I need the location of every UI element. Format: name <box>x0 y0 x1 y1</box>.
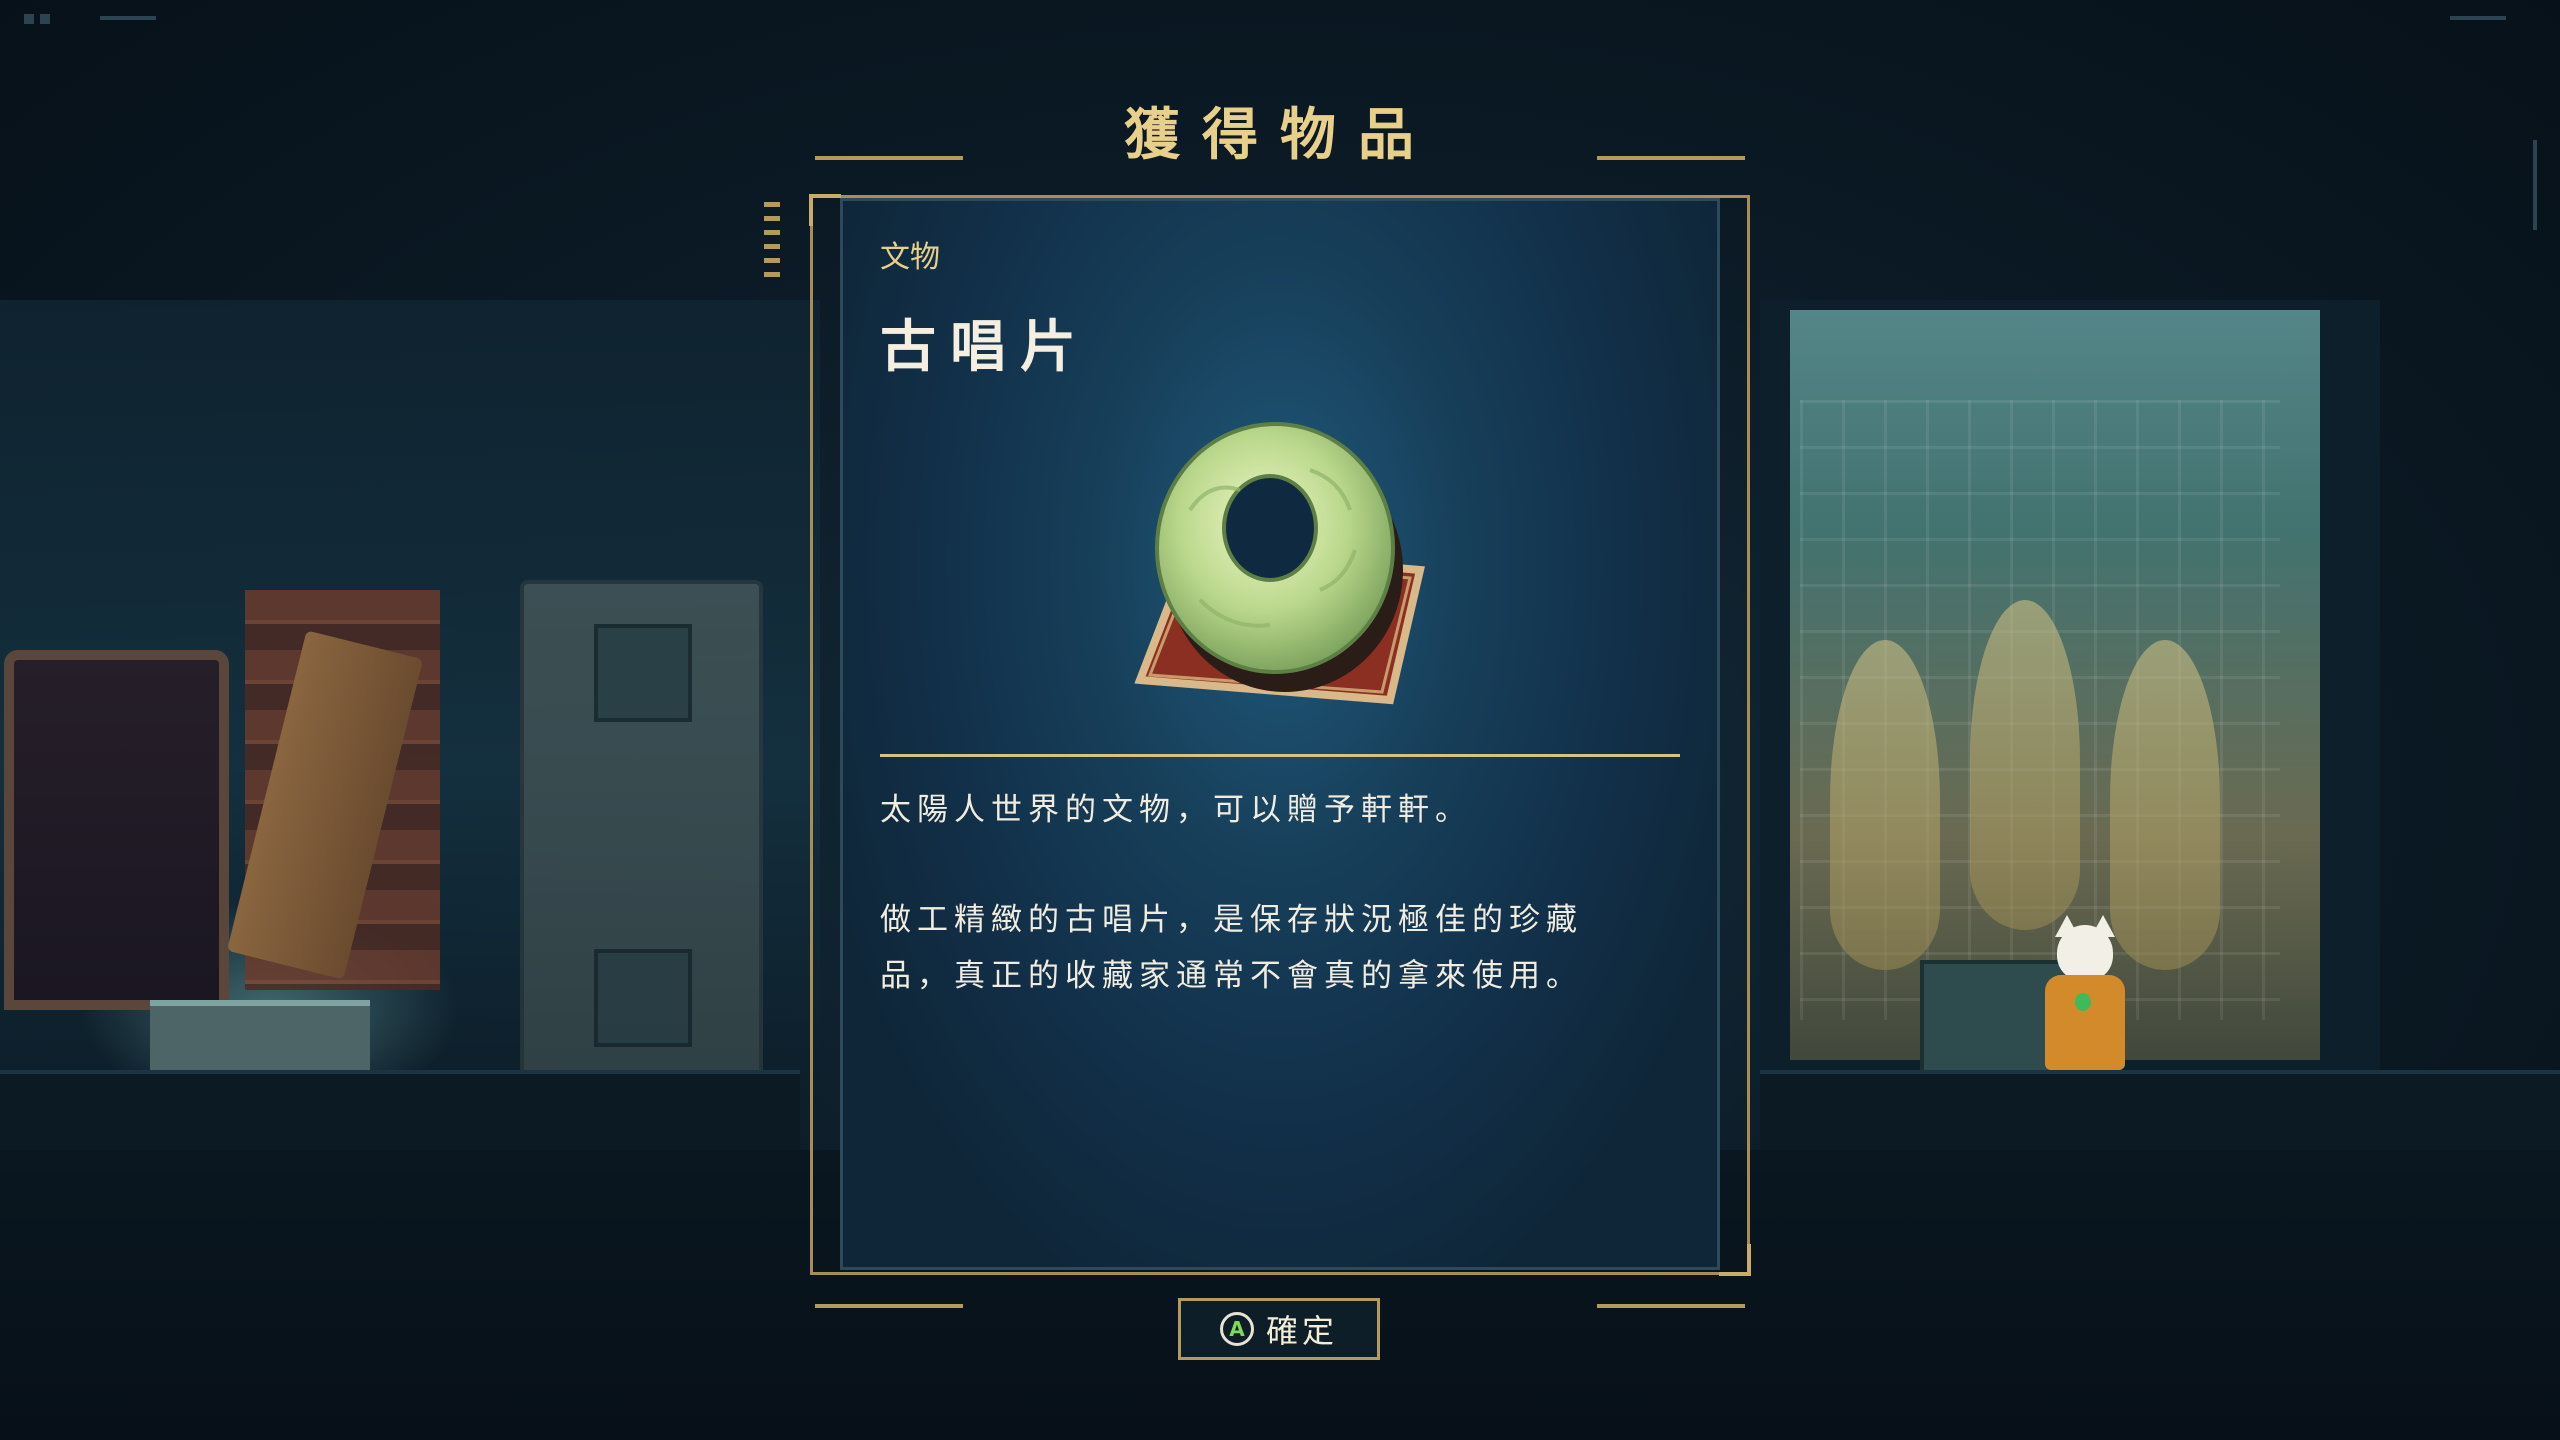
corner-deco <box>40 14 50 24</box>
item-description-line: 品，真正的收藏家通常不會真的拿來使用。 <box>880 958 1583 994</box>
corner-deco <box>100 16 156 20</box>
character-head <box>2057 925 2113 981</box>
title-deco-line <box>815 156 963 160</box>
title-deco-line <box>1597 156 1745 160</box>
confirm-button[interactable]: A 確定 <box>1178 1298 1380 1360</box>
item-description-summary: 太陽人世界的文物，可以贈予軒軒。 <box>880 792 1472 828</box>
panel-window <box>594 949 692 1047</box>
item-description-line: 做工精緻的古唱片，是保存狀況極佳的珍藏 <box>880 902 1583 938</box>
player-character <box>2035 915 2135 1075</box>
item-name: 古唱片 <box>880 315 1090 380</box>
description-divider <box>880 754 1680 757</box>
item-category: 文物 <box>880 240 940 275</box>
lantern-shape <box>1970 600 2080 930</box>
corner-deco <box>24 14 34 24</box>
panel-window <box>594 624 692 722</box>
frame-tick-marks <box>764 202 780 286</box>
bottom-deco-line <box>815 1304 963 1308</box>
stone-wall-panel <box>520 580 763 1093</box>
scroll-desk <box>150 1000 370 1076</box>
jade-record-icon <box>1134 422 1425 705</box>
character-robe <box>2045 975 2125 1070</box>
corner-deco <box>2450 16 2506 20</box>
confirm-label: 確定 <box>1265 1312 1338 1350</box>
left-floor <box>0 1070 800 1154</box>
doorway-arch <box>4 650 229 1010</box>
right-floor <box>1760 1070 2560 1154</box>
a-button-icon: A <box>1219 1312 1254 1346</box>
bottom-deco-line <box>1597 1304 1745 1308</box>
modal-title: 獲得物品 <box>1124 103 1436 168</box>
lantern-shape <box>1830 640 1940 970</box>
character-gem <box>2075 993 2091 1011</box>
